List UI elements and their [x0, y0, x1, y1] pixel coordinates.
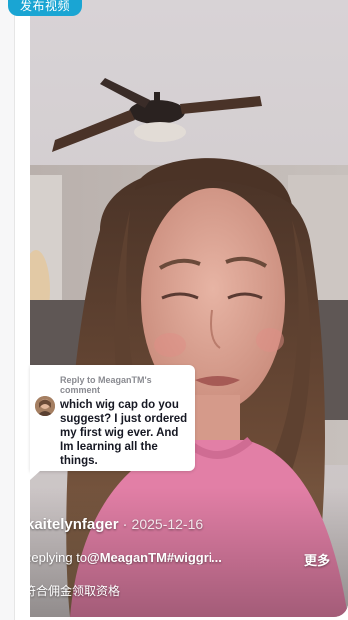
avatar	[35, 396, 55, 416]
publish-video-button[interactable]: 发布视频	[8, 0, 83, 16]
caption-ellipsis: ...	[211, 550, 222, 565]
reply-comment-text: which wig cap do you suggest? I just ord…	[60, 399, 188, 467]
reply-header: Reply to MeaganTM's comment	[60, 375, 152, 395]
commission-eligibility: 符合佣金领取资格	[30, 582, 230, 600]
user-avatar-icon	[35, 396, 55, 416]
caption-text[interactable]: @MeaganTM#wiggrip#dream	[87, 550, 211, 565]
author-line: kaitelynfager · 2025-12-16	[30, 516, 348, 536]
caption-prefix: Replying to	[30, 550, 88, 565]
commission-text: 符合佣金领取资格	[30, 584, 121, 598]
caption-line: Replying to@MeaganTM#wiggrip#dream... 更多	[30, 550, 348, 570]
post-date: 2025-12-16	[131, 516, 204, 532]
more-link[interactable]: 更多	[304, 550, 330, 569]
left-rail	[0, 0, 15, 620]
author-separator: ·	[122, 516, 128, 533]
reply-comment-bubble[interactable]: Reply to MeaganTM's comment which wig ca…	[30, 365, 195, 480]
author-name[interactable]: kaitelynfager	[30, 516, 119, 533]
